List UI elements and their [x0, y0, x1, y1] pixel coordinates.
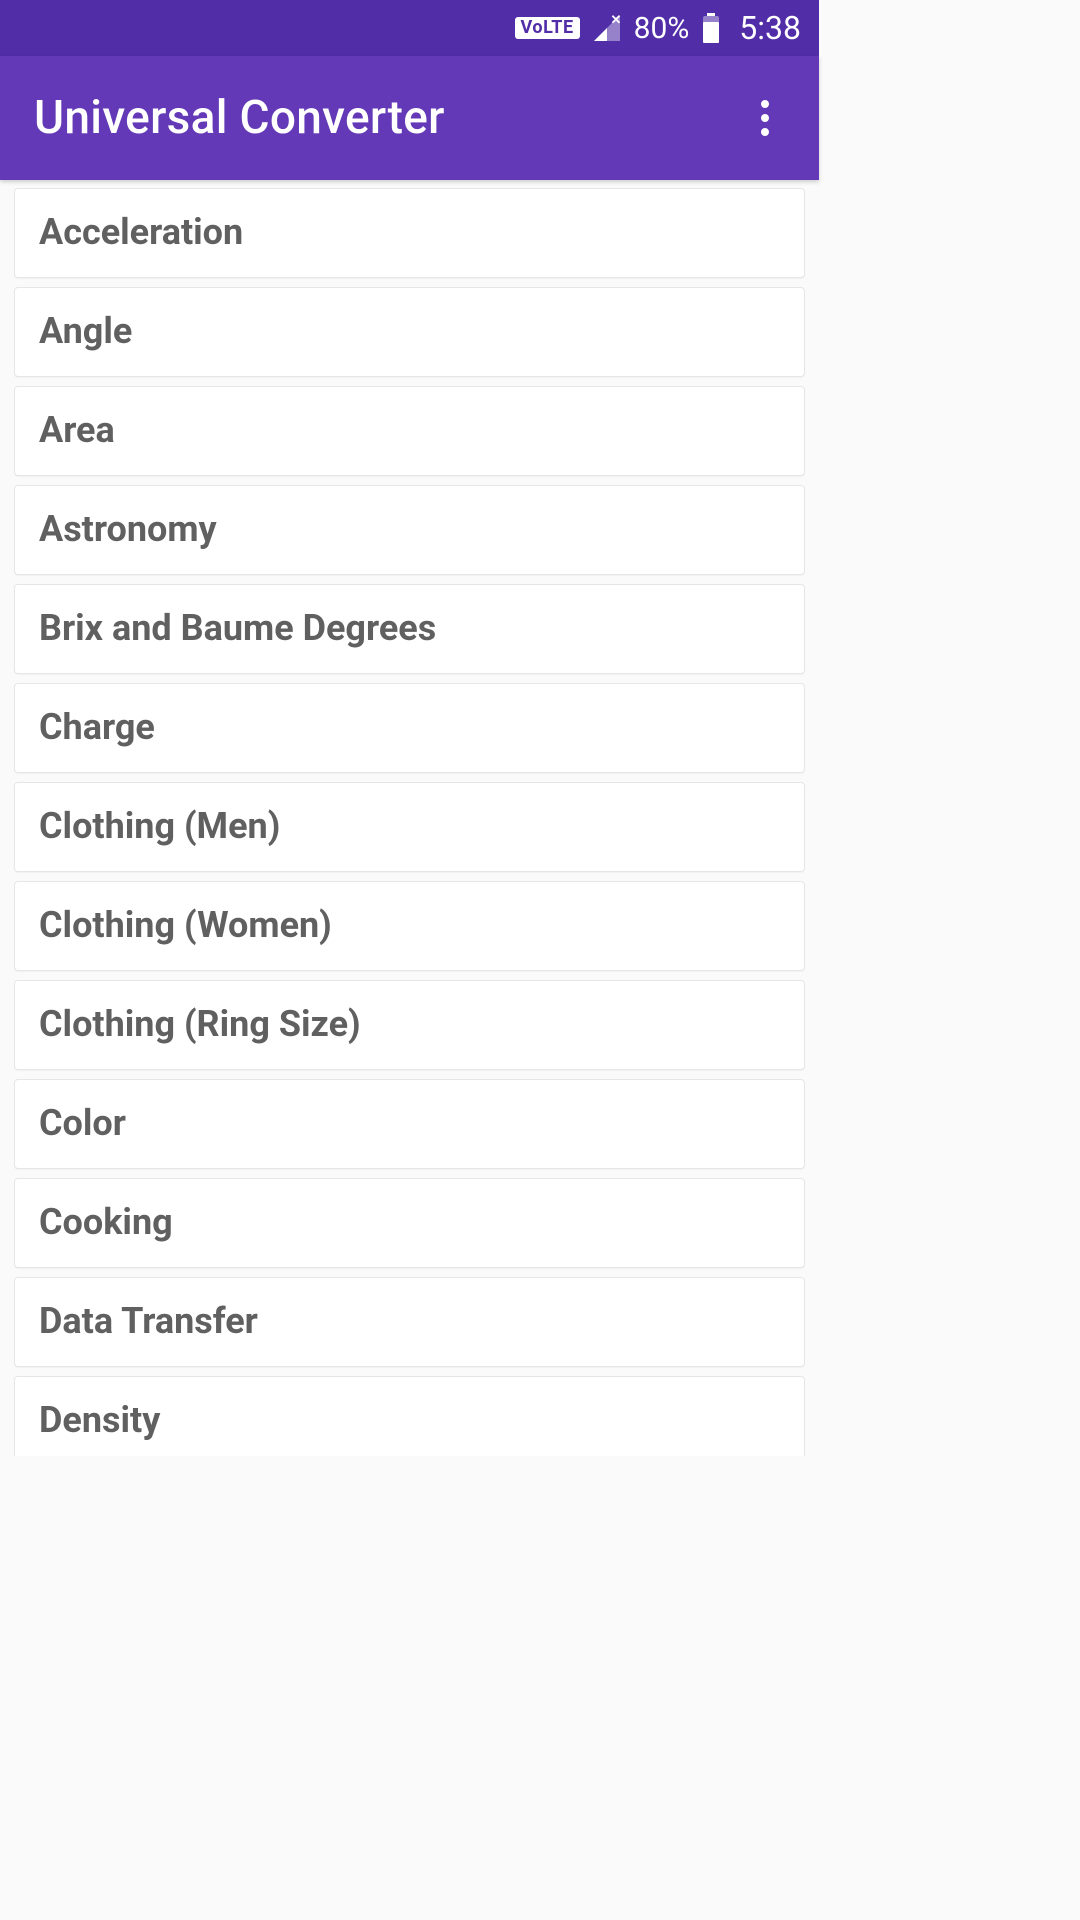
list-item-label: Acceleration: [39, 211, 243, 253]
list-item[interactable]: Clothing (Women): [14, 881, 805, 971]
list-item-label: Area: [39, 409, 115, 451]
page-title: Universal Converter: [34, 91, 445, 145]
list-item-label: Angle: [39, 310, 132, 352]
list-item-label: Color: [39, 1102, 126, 1144]
clock: 5:38: [739, 9, 801, 47]
battery-icon: [701, 13, 721, 43]
more-vert-icon: [761, 100, 769, 108]
list-item[interactable]: Astronomy: [14, 485, 805, 575]
volte-icon: VoLTE: [515, 17, 580, 39]
more-vert-icon: [761, 114, 769, 122]
list-item[interactable]: Data Transfer: [14, 1277, 805, 1367]
list-item-label: Clothing (Women): [39, 904, 332, 946]
list-item-label: Density: [39, 1399, 160, 1441]
list-item[interactable]: Angle: [14, 287, 805, 377]
list-item[interactable]: Clothing (Men): [14, 782, 805, 872]
list-item-label: Clothing (Ring Size): [39, 1003, 361, 1045]
list-item[interactable]: Cooking: [14, 1178, 805, 1268]
status-bar: VoLTE ✕ 80% 5:38: [0, 0, 819, 56]
list-item[interactable]: Area: [14, 386, 805, 476]
signal-icon: ✕: [592, 13, 622, 43]
list-item-label: Clothing (Men): [39, 805, 280, 847]
list-item[interactable]: Clothing (Ring Size): [14, 980, 805, 1070]
list-item[interactable]: Color: [14, 1079, 805, 1169]
battery-percentage: 80%: [634, 11, 690, 46]
list-item[interactable]: Density: [14, 1376, 805, 1456]
list-item-label: Data Transfer: [39, 1300, 258, 1342]
app-bar: Universal Converter: [0, 56, 819, 180]
svg-text:✕: ✕: [610, 13, 621, 28]
list-item-label: Astronomy: [39, 508, 217, 550]
list-item[interactable]: Charge: [14, 683, 805, 773]
overflow-menu-button[interactable]: [741, 94, 789, 142]
list-item-label: Charge: [39, 706, 155, 748]
category-list[interactable]: Acceleration Angle Area Astronomy Brix a…: [0, 180, 819, 1456]
more-vert-icon: [761, 128, 769, 136]
list-item[interactable]: Acceleration: [14, 188, 805, 278]
list-item[interactable]: Brix and Baume Degrees: [14, 584, 805, 674]
list-item-label: Cooking: [39, 1201, 173, 1243]
list-item-label: Brix and Baume Degrees: [39, 607, 436, 649]
